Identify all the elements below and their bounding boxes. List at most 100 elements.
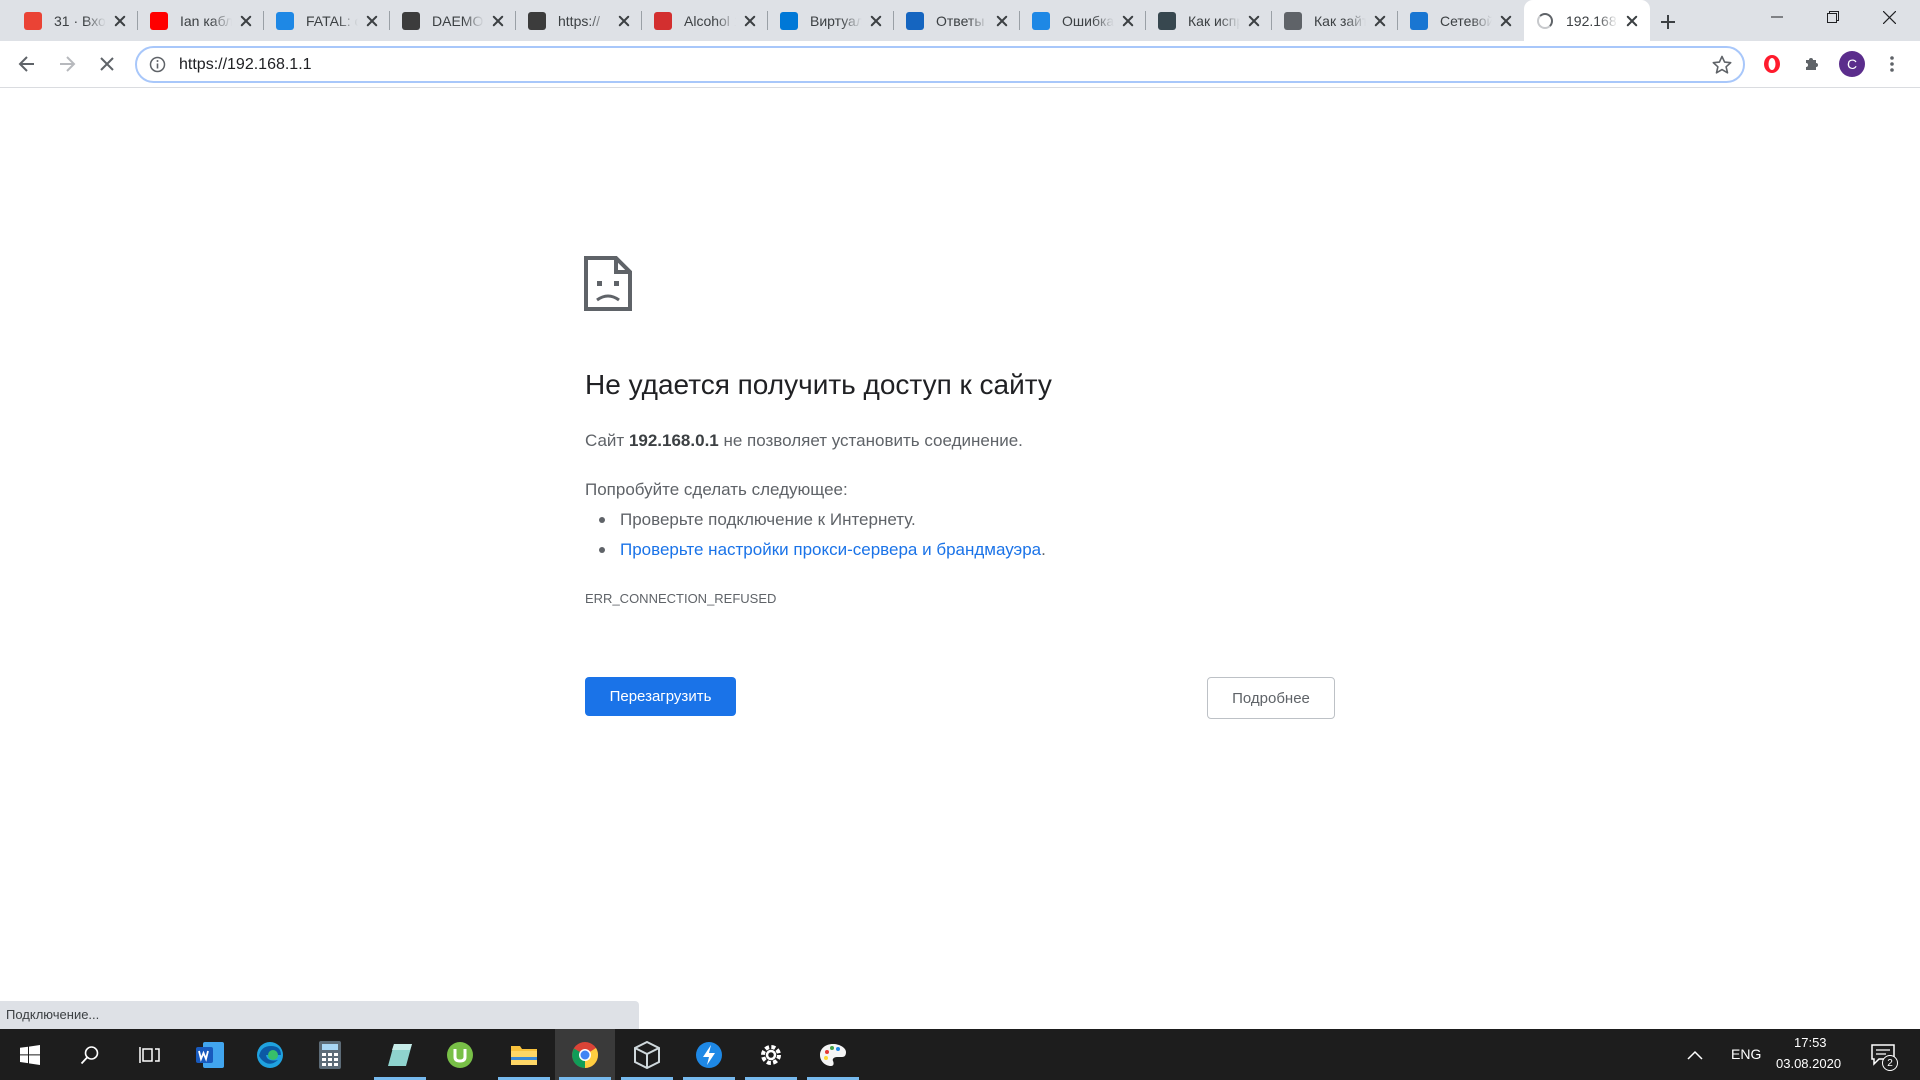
tab-close-icon[interactable] bbox=[616, 13, 632, 29]
tab-close-icon[interactable] bbox=[364, 13, 380, 29]
tab-close-icon[interactable] bbox=[1624, 13, 1640, 29]
profile-button[interactable]: C bbox=[1835, 47, 1869, 81]
taskbar-virtualbox[interactable] bbox=[617, 1029, 677, 1080]
tab-close-icon[interactable] bbox=[490, 13, 506, 29]
taskbar-edge[interactable] bbox=[240, 1029, 300, 1080]
forward-button[interactable] bbox=[50, 47, 84, 81]
tab-title: Ответы bbox=[936, 12, 985, 29]
it-site-icon bbox=[276, 11, 294, 30]
tab-title: Виртуальный bbox=[810, 12, 862, 29]
tab-close-icon[interactable] bbox=[742, 13, 758, 29]
minimize-button[interactable] bbox=[1750, 0, 1804, 34]
taskbar-word[interactable] bbox=[180, 1029, 240, 1080]
language-indicator[interactable]: ENG bbox=[1731, 1046, 1761, 1062]
loading-spinner-icon bbox=[1536, 12, 1554, 30]
address-bar[interactable]: https://192.168.1.1 bbox=[135, 46, 1745, 83]
suggestion-check-connection: Проверьте подключение к Интернету. bbox=[620, 510, 916, 529]
tab[interactable]: Сетевой bbox=[1398, 0, 1524, 41]
tab[interactable]: Ian каблан bbox=[138, 0, 264, 41]
lightning-icon bbox=[696, 1041, 722, 1068]
tab[interactable]: https:// bbox=[516, 0, 642, 41]
minimize-icon bbox=[1771, 16, 1783, 18]
taskbar-app-eraser[interactable] bbox=[370, 1029, 430, 1080]
tab-active[interactable]: 192.168.0.1 bbox=[1524, 0, 1650, 41]
task-view-icon bbox=[139, 1046, 160, 1063]
suggestions-list: Проверьте подключение к Интернету. Прове… bbox=[599, 509, 1046, 569]
tab-close-icon[interactable] bbox=[1246, 13, 1262, 29]
tab[interactable]: Ошибка bbox=[1020, 0, 1146, 41]
taskbar-paint[interactable] bbox=[803, 1029, 863, 1080]
restore-icon bbox=[1827, 11, 1839, 23]
search-button[interactable] bbox=[60, 1029, 120, 1080]
tab-close-icon[interactable] bbox=[1498, 13, 1514, 29]
tab-strip: 31 · Входящие Ian каблан FATAL: ошибка DAEM… bbox=[0, 0, 1920, 41]
eraser-app-icon bbox=[388, 1043, 412, 1066]
avatar: C bbox=[1839, 51, 1865, 77]
alcohol-icon bbox=[654, 11, 672, 30]
taskbar-file-explorer[interactable] bbox=[494, 1029, 554, 1080]
tab-close-icon[interactable] bbox=[1120, 13, 1136, 29]
tab-title: Как зайти bbox=[1314, 12, 1366, 29]
task-view-button[interactable] bbox=[120, 1029, 180, 1080]
desc-suffix: не позволяет установить соединение. bbox=[718, 431, 1023, 450]
arrow-left-icon bbox=[18, 56, 34, 72]
calculator-icon bbox=[319, 1040, 341, 1069]
arrow-right-icon bbox=[60, 56, 76, 72]
tab-list: 31 · Входящие Ian каблан FATAL: ошибка DAEM… bbox=[12, 0, 1650, 41]
tab[interactable]: Как исправить bbox=[1146, 0, 1272, 41]
tab[interactable]: FATAL: ошибка bbox=[264, 0, 390, 41]
opera-extension-button[interactable] bbox=[1755, 47, 1789, 81]
tray-overflow-button[interactable] bbox=[1677, 1029, 1713, 1080]
tab[interactable]: 31 · Входящие bbox=[12, 0, 138, 41]
close-window-button[interactable] bbox=[1862, 0, 1916, 34]
menu-button[interactable] bbox=[1875, 47, 1909, 81]
tab-close-icon[interactable] bbox=[868, 13, 884, 29]
tab-close-icon[interactable] bbox=[112, 13, 128, 29]
back-button[interactable] bbox=[10, 47, 44, 81]
tab-title: Ошибка bbox=[1062, 12, 1114, 29]
network-icon bbox=[1032, 11, 1050, 30]
notification-count-badge: 2 bbox=[1882, 1055, 1898, 1071]
tab[interactable]: Как зайти bbox=[1272, 0, 1398, 41]
taskbar-chrome[interactable] bbox=[555, 1029, 615, 1080]
taskbar-lightning-app[interactable] bbox=[679, 1029, 739, 1080]
edge-icon bbox=[257, 1041, 283, 1068]
restore-button[interactable] bbox=[1806, 0, 1860, 34]
windows-logo-icon bbox=[20, 1044, 40, 1065]
tab-close-icon[interactable] bbox=[1372, 13, 1388, 29]
details-button[interactable]: Подробнее bbox=[1207, 677, 1335, 719]
gmail-icon bbox=[24, 11, 42, 30]
tab[interactable]: DAEMON Tools bbox=[390, 0, 516, 41]
question-icon bbox=[906, 11, 924, 30]
paint-palette-icon bbox=[820, 1043, 846, 1066]
tab[interactable]: Виртуальный bbox=[768, 0, 894, 41]
tab-title: Ian каблан bbox=[180, 12, 232, 29]
close-icon bbox=[1882, 10, 1896, 24]
tab-title: Сетевой bbox=[1440, 12, 1492, 29]
extensions-button[interactable] bbox=[1795, 47, 1829, 81]
stop-loading-button[interactable] bbox=[90, 47, 124, 81]
tab-close-icon[interactable] bbox=[238, 13, 254, 29]
puzzle-icon bbox=[1806, 58, 1818, 70]
info-icon[interactable] bbox=[149, 56, 166, 73]
tab[interactable]: Ответы bbox=[894, 0, 1020, 41]
start-button[interactable] bbox=[0, 1029, 60, 1080]
suggestion-item: Проверьте подключение к Интернету. bbox=[599, 509, 1046, 539]
tab-title: 31 · Входящие bbox=[54, 12, 106, 29]
reload-button[interactable]: Перезагрузить bbox=[585, 677, 736, 716]
taskbar-settings[interactable] bbox=[741, 1029, 801, 1080]
clock-time[interactable]: 17:53 bbox=[1794, 1035, 1827, 1050]
taskbar-calculator[interactable] bbox=[300, 1029, 360, 1080]
bookmark-star-icon[interactable] bbox=[1711, 54, 1733, 76]
search-icon bbox=[80, 1045, 99, 1064]
proxy-firewall-link[interactable]: Проверьте настройки прокси-сервера и бра… bbox=[620, 540, 1041, 559]
tab-close-icon[interactable] bbox=[994, 13, 1010, 29]
tab-title: DAEMON Tools bbox=[432, 12, 484, 29]
taskbar-utorrent[interactable] bbox=[430, 1029, 490, 1080]
action-center-button[interactable]: 2 bbox=[1858, 1029, 1908, 1080]
word-icon bbox=[196, 1041, 224, 1068]
clock-date[interactable]: 03.08.2020 bbox=[1776, 1056, 1841, 1071]
tab[interactable]: Alcohol 120% bbox=[642, 0, 768, 41]
new-tab-button[interactable] bbox=[1654, 8, 1682, 36]
url-text[interactable]: https://192.168.1.1 bbox=[179, 56, 312, 74]
